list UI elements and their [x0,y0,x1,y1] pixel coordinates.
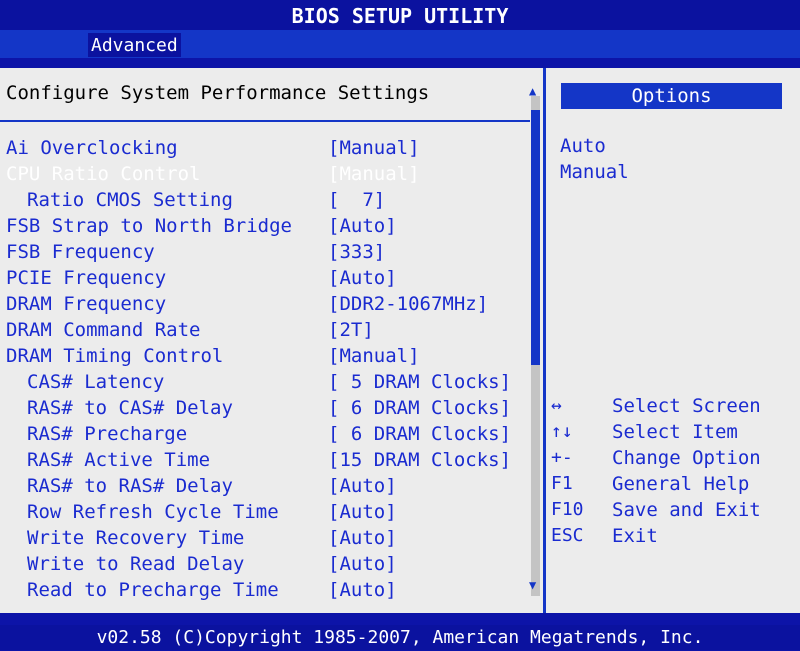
setting-value: [Auto] [328,579,397,601]
setting-value: [Auto] [328,501,397,523]
setting-label: RAS# to CAS# Delay [27,397,233,419]
plus-minus-icon: +- [551,447,573,468]
settings-header: Configure System Performance Settings [6,82,430,104]
setting-value: [2T] [328,319,374,341]
setting-label: RAS# to RAS# Delay [27,475,233,497]
key-help-text: Select Screen [612,395,761,417]
setting-label: DRAM Frequency [6,293,167,315]
key-f10: F10 [551,499,584,520]
setting-value: [Auto] [328,267,397,289]
key-help-text: General Help [612,473,750,495]
setting-label: DRAM Timing Control [6,345,224,367]
setting-ras-active-time[interactable]: RAS# Active Time [15 DRAM Clocks] [0,447,530,473]
setting-row-refresh-cycle[interactable]: Row Refresh Cycle Time [Auto] [0,499,530,525]
setting-ai-overclocking[interactable]: Ai Overclocking [Manual] [0,135,530,161]
setting-value: [ 7] [328,189,386,211]
setting-value: [Auto] [328,527,397,549]
setting-label: Write Recovery Time [27,527,245,549]
header-divider [0,120,530,122]
setting-fsb-strap[interactable]: FSB Strap to North Bridge [Auto] [0,213,530,239]
setting-read-to-precharge[interactable]: Read to Precharge Time [Auto] [0,577,530,603]
arrows-vertical-icon: ↑↓ [551,421,573,442]
setting-label: Read to Precharge Time [27,579,279,601]
setting-label: Write to Read Delay [27,553,245,575]
setting-value: [ 6 DRAM Clocks] [328,397,512,419]
setting-value: [Auto] [328,215,397,237]
setting-value: [Manual] [328,345,420,367]
setting-dram-timing-control[interactable]: DRAM Timing Control [Manual] [0,343,530,369]
setting-value: [ 5 DRAM Clocks] [328,371,512,393]
setting-label: CPU Ratio Control [6,163,201,185]
setting-cas-latency[interactable]: CAS# Latency [ 5 DRAM Clocks] [0,369,530,395]
option-auto[interactable]: Auto [560,133,606,159]
scroll-down-icon[interactable]: ▼ [529,578,536,592]
copyright-footer: v02.58 (C)Copyright 1985-2007, American … [0,625,800,650]
setting-label: FSB Frequency [6,241,155,263]
setting-value: [15 DRAM Clocks] [328,449,512,471]
setting-cpu-ratio-control[interactable]: CPU Ratio Control [Manual] [0,161,530,187]
setting-value: [Manual] [328,137,420,159]
key-f1: F1 [551,473,573,494]
bios-title: BIOS SETUP UTILITY [0,0,800,30]
setting-label: CAS# Latency [27,371,165,393]
setting-ras-precharge[interactable]: RAS# Precharge [ 6 DRAM Clocks] [0,421,530,447]
tab-advanced[interactable]: Advanced [88,33,181,57]
option-manual[interactable]: Manual [560,159,629,185]
setting-dram-command-rate[interactable]: DRAM Command Rate [2T] [0,317,530,343]
settings-panel: Configure System Performance Settings Ai… [0,68,543,613]
setting-label: Row Refresh Cycle Time [27,501,279,523]
setting-write-to-read[interactable]: Write to Read Delay [Auto] [0,551,530,577]
setting-fsb-frequency[interactable]: FSB Frequency [333] [0,239,530,265]
setting-label: RAS# Active Time [27,449,211,471]
setting-label: FSB Strap to North Bridge [6,215,292,237]
setting-value: [DDR2-1067MHz] [328,293,489,315]
setting-dram-frequency[interactable]: DRAM Frequency [DDR2-1067MHz] [0,291,530,317]
setting-pcie-frequency[interactable]: PCIE Frequency [Auto] [0,265,530,291]
setting-value: [333] [328,241,386,263]
scrollbar-thumb[interactable] [531,110,540,365]
setting-ras-to-ras-delay[interactable]: RAS# to RAS# Delay [Auto] [0,473,530,499]
setting-ras-to-cas-delay[interactable]: RAS# to CAS# Delay [ 6 DRAM Clocks] [0,395,530,421]
setting-value: [ 6 DRAM Clocks] [328,423,512,445]
key-help-text: Change Option [612,447,761,469]
setting-label: Ai Overclocking [6,137,178,159]
key-esc: ESC [551,525,584,546]
key-help-text: Save and Exit [612,499,761,521]
setting-label: Ratio CMOS Setting [27,189,233,211]
setting-value: [Auto] [328,553,397,575]
setting-label: RAS# Precharge [27,423,188,445]
key-help-text: Select Item [612,421,738,443]
setting-write-recovery[interactable]: Write Recovery Time [Auto] [0,525,530,551]
setting-label: DRAM Command Rate [6,319,201,341]
setting-value: [Auto] [328,475,397,497]
options-header: Options [561,83,782,109]
setting-label: PCIE Frequency [6,267,167,289]
options-panel: Options Auto Manual ↔ Select Screen ↑↓ S… [546,68,800,613]
arrows-horizontal-icon: ↔ [551,395,562,416]
setting-ratio-cmos[interactable]: Ratio CMOS Setting [ 7] [0,187,530,213]
key-help-text: Exit [612,525,658,547]
setting-value: [Manual] [328,163,420,185]
menu-bar: Advanced [0,30,800,58]
